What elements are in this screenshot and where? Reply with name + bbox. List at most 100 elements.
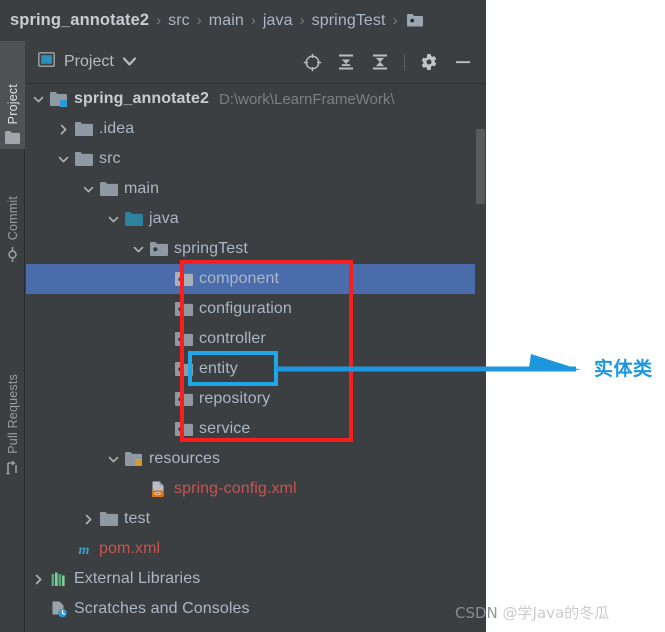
tree-node-path: D:\work\LearnFrameWork\ (218, 90, 395, 108)
tree-row[interactable]: java (26, 204, 475, 234)
collapse-all-icon[interactable] (369, 51, 391, 73)
commit-icon (5, 247, 20, 265)
package-icon (175, 331, 193, 347)
breadcrumb-item-project[interactable]: spring_annotate2 (10, 11, 149, 30)
tree-row-repository[interactable]: repository (26, 384, 475, 414)
breadcrumb-item-springtest[interactable]: springTest (312, 12, 386, 30)
tree-row-controller[interactable]: controller (26, 324, 475, 354)
tree-node-label: resources (149, 450, 221, 467)
tree-row-service[interactable]: service (26, 414, 475, 444)
project-view-selector[interactable]: Project (26, 52, 136, 72)
folder-icon (100, 511, 118, 527)
chevron-right-icon[interactable] (57, 123, 70, 136)
tree-row[interactable]: springTest (26, 234, 475, 264)
sidebar-tab-commit-label: Commit (5, 195, 20, 240)
chevron-right-icon[interactable] (32, 573, 45, 586)
breadcrumb-item-java[interactable]: java (263, 12, 293, 30)
tree-node-label: spring-config.xml (174, 480, 297, 497)
hide-icon[interactable] (452, 51, 474, 73)
tree-row[interactable]: main (26, 174, 475, 204)
folder-icon (75, 151, 93, 167)
project-tool-window: Project spring_annotate2 D:\work\LearnFr… (26, 41, 486, 632)
tree-node-label: .idea (99, 120, 135, 137)
tree-node-label: Scratches and Consoles (74, 600, 250, 617)
package-icon (175, 421, 193, 437)
folder-icon (75, 121, 93, 137)
breadcrumb: spring_annotate2 › src › main › java › s… (0, 0, 486, 41)
tree-row-test[interactable]: test (26, 504, 475, 534)
tree-row[interactable]: .idea (26, 114, 475, 144)
chevron-down-icon[interactable] (57, 153, 70, 166)
breadcrumb-separator: › (250, 12, 256, 29)
breadcrumb-separator: › (156, 12, 162, 29)
chevron-right-icon[interactable] (82, 513, 95, 526)
project-panel-actions (301, 51, 486, 73)
package-icon (175, 361, 193, 377)
tree-node-label: configuration (199, 300, 292, 317)
package-icon (150, 241, 168, 257)
tree-node-label: repository (199, 390, 271, 407)
pull-request-icon (5, 460, 20, 479)
tree-node-label: spring_annotate2 (74, 90, 209, 107)
tree-row-spring-config[interactable]: <> spring-config.xml (26, 474, 475, 504)
toolbar-separator (404, 53, 405, 71)
project-folder-icon (5, 131, 20, 147)
breadcrumb-item-main[interactable]: main (209, 12, 244, 30)
project-module-icon (50, 91, 68, 107)
chevron-down-icon[interactable] (132, 243, 145, 256)
tree-node-label: test (124, 510, 151, 527)
tree-row[interactable]: spring_annotate2 D:\work\LearnFrameWork\ (26, 84, 475, 114)
tree-row-external-libraries[interactable]: External Libraries (26, 564, 475, 594)
svg-text:<>: <> (154, 490, 162, 497)
locate-icon[interactable] (301, 51, 323, 73)
sidebar-tab-pull-requests-label: Pull Requests (5, 374, 20, 454)
breadcrumb-separator: › (392, 12, 398, 29)
project-panel-toolbar: Project (26, 41, 486, 84)
package-icon (175, 301, 193, 317)
chevron-down-icon[interactable] (122, 53, 136, 71)
tree-row-entity[interactable]: entity (26, 354, 475, 384)
folder-icon (100, 181, 118, 197)
tree-node-label: java (149, 210, 179, 227)
project-tree[interactable]: spring_annotate2 D:\work\LearnFrameWork\… (26, 84, 486, 632)
maven-file-icon: m (75, 541, 93, 557)
tree-node-label: service (199, 420, 251, 437)
breadcrumb-separator: › (299, 12, 305, 29)
tree-row-pom[interactable]: m pom.xml (26, 534, 475, 564)
libraries-icon (50, 571, 68, 587)
sidebar-tab-project[interactable]: Project (0, 41, 25, 149)
source-root-folder-icon (125, 211, 143, 227)
chevron-down-icon[interactable] (107, 213, 120, 226)
tree-node-label: entity (199, 360, 238, 377)
tree-row-resources[interactable]: resources (26, 444, 475, 474)
sidebar-tab-project-label: Project (5, 83, 20, 124)
sidebar-tab-commit[interactable]: Commit (0, 159, 25, 267)
resources-root-folder-icon (125, 451, 143, 467)
settings-gear-icon[interactable] (418, 51, 440, 73)
tree-node-label: src (99, 150, 121, 167)
chevron-down-icon[interactable] (107, 453, 120, 466)
tree-row-scratches[interactable]: Scratches and Consoles (26, 594, 475, 624)
project-panel-scrollbar-thumb[interactable] (476, 129, 485, 204)
scratches-icon (50, 601, 68, 617)
package-icon (175, 271, 193, 287)
project-view-icon (38, 52, 55, 72)
watermark: CSDN @学Java的冬瓜 (455, 602, 609, 623)
expand-all-icon[interactable] (335, 51, 357, 73)
project-panel-title: Project (64, 53, 114, 70)
watermark-handle: @学Java的冬瓜 (502, 604, 610, 622)
sidebar-tab-pull-requests[interactable]: Pull Requests (0, 329, 25, 481)
tree-row[interactable]: src (26, 144, 475, 174)
tree-row-component[interactable]: component (26, 264, 475, 294)
tree-node-label: External Libraries (74, 570, 201, 587)
tree-node-label: main (124, 180, 160, 197)
project-panel-scrollbar[interactable] (475, 84, 486, 632)
tree-row-configuration[interactable]: configuration (26, 294, 475, 324)
chevron-down-icon[interactable] (82, 183, 95, 196)
tree-node-label: springTest (174, 240, 248, 257)
chevron-down-icon[interactable] (32, 93, 45, 106)
tree-node-label: controller (199, 330, 266, 347)
breadcrumb-item-src[interactable]: src (168, 12, 190, 30)
svg-text:m: m (79, 543, 90, 557)
package-icon (175, 391, 193, 407)
